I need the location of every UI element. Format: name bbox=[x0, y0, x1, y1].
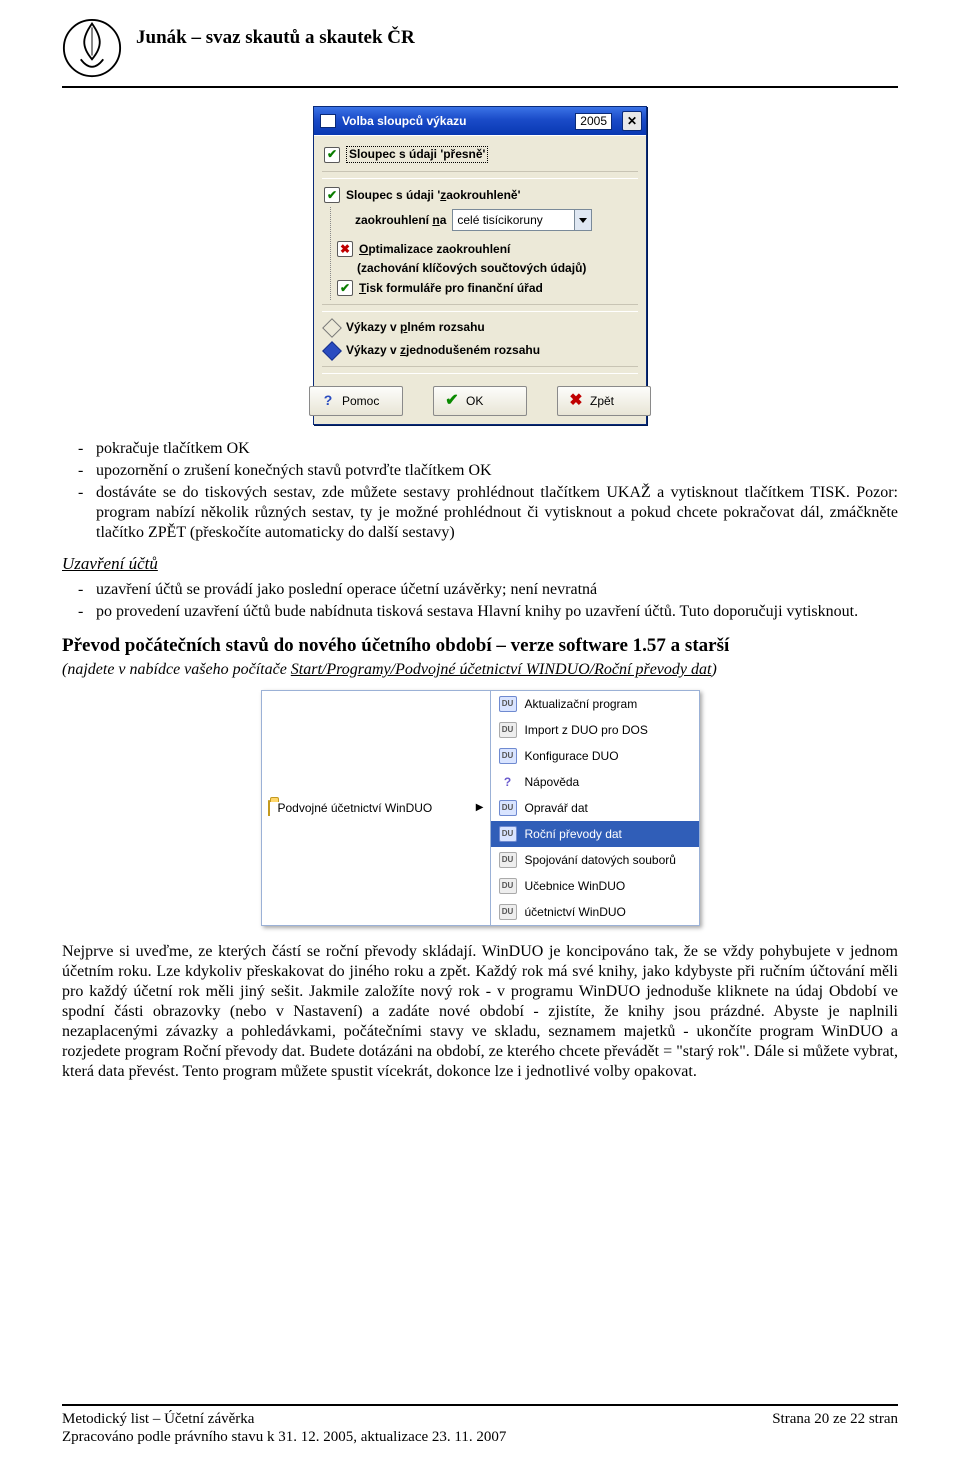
checkbox-tisk-formulare[interactable]: ✔ Tisk formuláře pro finanční úřad bbox=[335, 276, 638, 300]
list-item: po provedení uzavření účtů bude nabídnut… bbox=[96, 602, 898, 622]
menu-item-label: Import z DUO pro DOS bbox=[525, 723, 648, 738]
section-title-transfer: Převod počátečních stavů do nového účetn… bbox=[62, 634, 898, 658]
menu-item[interactable]: DU Aktualizační program bbox=[491, 691, 699, 717]
list-item: pokračuje tlačítkem OK bbox=[96, 439, 898, 459]
checkbox-presne[interactable]: ✔ Sloupec s údaji 'přesně' bbox=[322, 142, 638, 167]
rounding-row: zaokrouhlení na celé tisícikoruny bbox=[335, 207, 638, 237]
window-icon bbox=[320, 114, 336, 128]
menu-item[interactable]: DU Spojování datových souborů bbox=[491, 847, 699, 873]
list-item: dostáváte se do tiskových sestav, zde mů… bbox=[96, 483, 898, 543]
section-subtitle-transfer: (najdete v nabídce vašeho počítače Start… bbox=[62, 660, 898, 680]
menu-item[interactable]: DU Učebnice WinDUO bbox=[491, 873, 699, 899]
radio-empty-icon bbox=[322, 318, 342, 338]
header-rule bbox=[62, 86, 898, 88]
checkbox-label: Sloupec s údaji 'přesně' bbox=[349, 147, 485, 161]
menu-item-label: Konfigurace DUO bbox=[525, 749, 619, 764]
radio-selected-icon bbox=[322, 341, 342, 361]
menu-item-label: Nápověda bbox=[525, 775, 580, 790]
bullet-list-2: uzavření účtů se provádí jako poslední o… bbox=[62, 580, 898, 622]
rounding-combo[interactable]: celé tisícikoruny bbox=[452, 209, 592, 231]
app-icon: DU bbox=[499, 799, 517, 817]
footer-left-2: Zpracováno podle právního stavu k 31. 12… bbox=[62, 1428, 506, 1447]
scout-logo-icon bbox=[62, 18, 122, 78]
menu-item-label: Roční převody dat bbox=[525, 827, 622, 842]
startmenu-parent-item[interactable]: Podvojné účetnictví WinDUO ▶ bbox=[261, 690, 491, 926]
startmenu-submenu: DU Aktualizační program DU Import z DUO pr… bbox=[491, 690, 700, 926]
close-button[interactable]: ✕ bbox=[622, 111, 642, 131]
doc-header: Junák – svaz skautů a skautek ČR bbox=[62, 18, 898, 78]
dialog-screenshot: Volba sloupců výkazu 2005 ✕ ✔ Sloupec s … bbox=[62, 106, 898, 425]
checkbox-icon: ✔ bbox=[324, 187, 340, 203]
checkbox-x-icon: ✖ bbox=[337, 241, 353, 257]
dialog-year-box: 2005 bbox=[575, 113, 612, 130]
ok-button-label: OK bbox=[466, 394, 483, 409]
optim-subtext: (zachování klíčových součtových údajů) bbox=[335, 261, 638, 276]
radio-plny-rozsah[interactable]: Výkazy v plném rozsahu bbox=[322, 316, 638, 339]
back-button-label: Zpět bbox=[590, 394, 614, 409]
help-button-label: Pomoc bbox=[342, 394, 379, 409]
section-title-close: Uzavření účtů bbox=[62, 553, 898, 574]
menu-item-selected[interactable]: DU Roční převody dat bbox=[491, 821, 699, 847]
app-icon: DU bbox=[499, 903, 517, 921]
menu-item[interactable]: ? Nápověda bbox=[491, 769, 699, 795]
chevron-down-icon bbox=[574, 210, 591, 230]
menu-item-label: účetnictví WinDUO bbox=[525, 905, 626, 920]
footer-rule bbox=[62, 1404, 898, 1406]
list-item: uzavření účtů se provádí jako poslední o… bbox=[96, 580, 898, 600]
checkbox-optimalizace[interactable]: ✖ Optimalizace zaokrouhlení bbox=[335, 237, 638, 261]
app-icon: DU bbox=[499, 695, 517, 713]
checkbox-zaokrouhlene[interactable]: ✔ Sloupec s údaji 'zaokrouhleně' bbox=[322, 183, 638, 207]
paragraph-bottom: Nejprve si uveďme, ze kterých částí se r… bbox=[62, 942, 898, 1082]
close-icon: ✕ bbox=[627, 114, 637, 129]
radio-zjednoduseny-rozsah[interactable]: Výkazy v zjednodušeném rozsahu bbox=[322, 339, 638, 362]
folder-icon bbox=[268, 801, 270, 816]
bullet-list-1: pokračuje tlačítkem OK upozornění o zruš… bbox=[62, 439, 898, 543]
menu-item-label: Opravář dat bbox=[525, 801, 588, 816]
doc-footer: Metodický list – Účetní závěrka Zpracová… bbox=[62, 1392, 898, 1448]
app-icon: DU bbox=[499, 825, 517, 843]
footer-right: Strana 20 ze 22 stran bbox=[772, 1410, 898, 1448]
startmenu-screenshot: Podvojné účetnictví WinDUO ▶ DU Aktualiza… bbox=[62, 690, 898, 926]
doc-org-title: Junák – svaz skautů a skautek ČR bbox=[136, 18, 415, 50]
check-icon: ✔ bbox=[444, 393, 460, 409]
menu-item[interactable]: DU Import z DUO pro DOS bbox=[491, 717, 699, 743]
menu-item[interactable]: DU Konfigurace DUO bbox=[491, 743, 699, 769]
footer-left-1: Metodický list – Účetní závěrka bbox=[62, 1410, 506, 1429]
cancel-icon: ✖ bbox=[568, 393, 584, 409]
rounding-value: celé tisícikoruny bbox=[453, 213, 574, 228]
help-icon: ? bbox=[320, 393, 336, 409]
menu-item-label: Spojování datových souborů bbox=[525, 853, 676, 868]
menu-item[interactable]: DU účetnictví WinDUO bbox=[491, 899, 699, 925]
checkbox-icon: ✔ bbox=[324, 147, 340, 163]
menu-item-label: Učebnice WinDUO bbox=[525, 879, 626, 894]
checkbox-icon: ✔ bbox=[337, 280, 353, 296]
dialog-title-text: Volba sloupců výkazu bbox=[342, 114, 569, 129]
app-icon: DU bbox=[499, 721, 517, 739]
list-item: upozornění o zrušení konečných stavů pot… bbox=[96, 461, 898, 481]
app-icon: DU bbox=[499, 851, 517, 869]
startmenu-parent-label: Podvojné účetnictví WinDUO bbox=[278, 801, 433, 816]
app-icon: DU bbox=[499, 877, 517, 895]
help-button[interactable]: ? Pomoc bbox=[309, 386, 403, 416]
submenu-arrow-icon: ▶ bbox=[476, 802, 484, 815]
menu-item-label: Aktualizační program bbox=[525, 697, 638, 712]
back-button[interactable]: ✖ Zpět bbox=[557, 386, 651, 416]
app-icon: DU bbox=[499, 747, 517, 765]
help-icon: ? bbox=[499, 773, 517, 791]
dialog-titlebar: Volba sloupců výkazu 2005 ✕ bbox=[314, 107, 646, 135]
menu-item[interactable]: DU Opravář dat bbox=[491, 795, 699, 821]
ok-button[interactable]: ✔ OK bbox=[433, 386, 527, 416]
